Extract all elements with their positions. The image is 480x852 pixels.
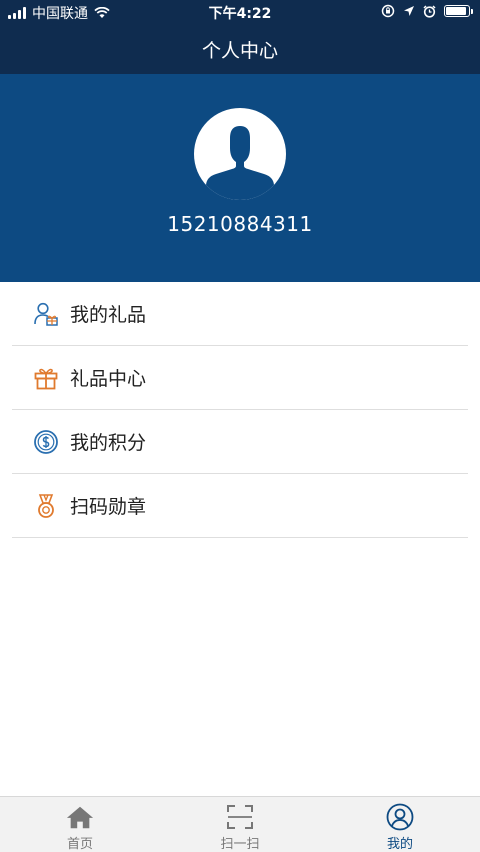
menu-item-my-points[interactable]: 我的积分 bbox=[12, 410, 468, 474]
scan-icon bbox=[226, 803, 254, 831]
medal-icon bbox=[32, 492, 60, 520]
home-icon bbox=[66, 803, 94, 831]
status-right bbox=[381, 4, 473, 18]
location-icon bbox=[404, 6, 414, 16]
orientation-lock-icon bbox=[381, 4, 395, 18]
menu-item-label: 我的积分 bbox=[70, 432, 147, 454]
menu-item-label: 扫码勋章 bbox=[70, 496, 147, 518]
battery-icon bbox=[444, 5, 473, 17]
menu-item-scan-medals[interactable]: 扫码勋章 bbox=[12, 474, 468, 538]
menu-item-label: 礼品中心 bbox=[70, 368, 147, 390]
avatar[interactable] bbox=[194, 108, 286, 200]
tab-home[interactable]: 首页 bbox=[0, 797, 160, 852]
profile-header: 15210884311 bbox=[0, 74, 480, 282]
alarm-icon bbox=[423, 4, 436, 18]
user-gift-icon bbox=[32, 300, 60, 328]
tab-label: 我的 bbox=[386, 837, 413, 852]
menu-item-gift-center[interactable]: 礼品中心 bbox=[12, 346, 468, 410]
gift-box-icon bbox=[32, 364, 60, 392]
menu-item-label: 我的礼品 bbox=[70, 304, 147, 326]
status-bar: 中国联通 下午4:22 bbox=[0, 0, 480, 24]
profile-icon bbox=[386, 803, 414, 831]
user-silhouette-icon bbox=[206, 126, 274, 200]
tab-label: 扫一扫 bbox=[220, 837, 260, 852]
tab-label: 首页 bbox=[66, 837, 93, 852]
menu-list: 我的礼品 礼品中心 我的积分 扫码勋章 bbox=[0, 282, 480, 538]
dollar-coin-icon bbox=[32, 428, 60, 456]
nav-bar: 个人中心 bbox=[0, 24, 480, 74]
phone-number: 15210884311 bbox=[167, 212, 313, 236]
menu-item-my-gifts[interactable]: 我的礼品 bbox=[12, 282, 468, 346]
tab-profile[interactable]: 我的 bbox=[320, 797, 480, 852]
tab-bar: 首页 扫一扫 我的 bbox=[0, 796, 480, 852]
tab-scan[interactable]: 扫一扫 bbox=[160, 797, 320, 852]
page-title: 个人中心 bbox=[201, 39, 278, 62]
